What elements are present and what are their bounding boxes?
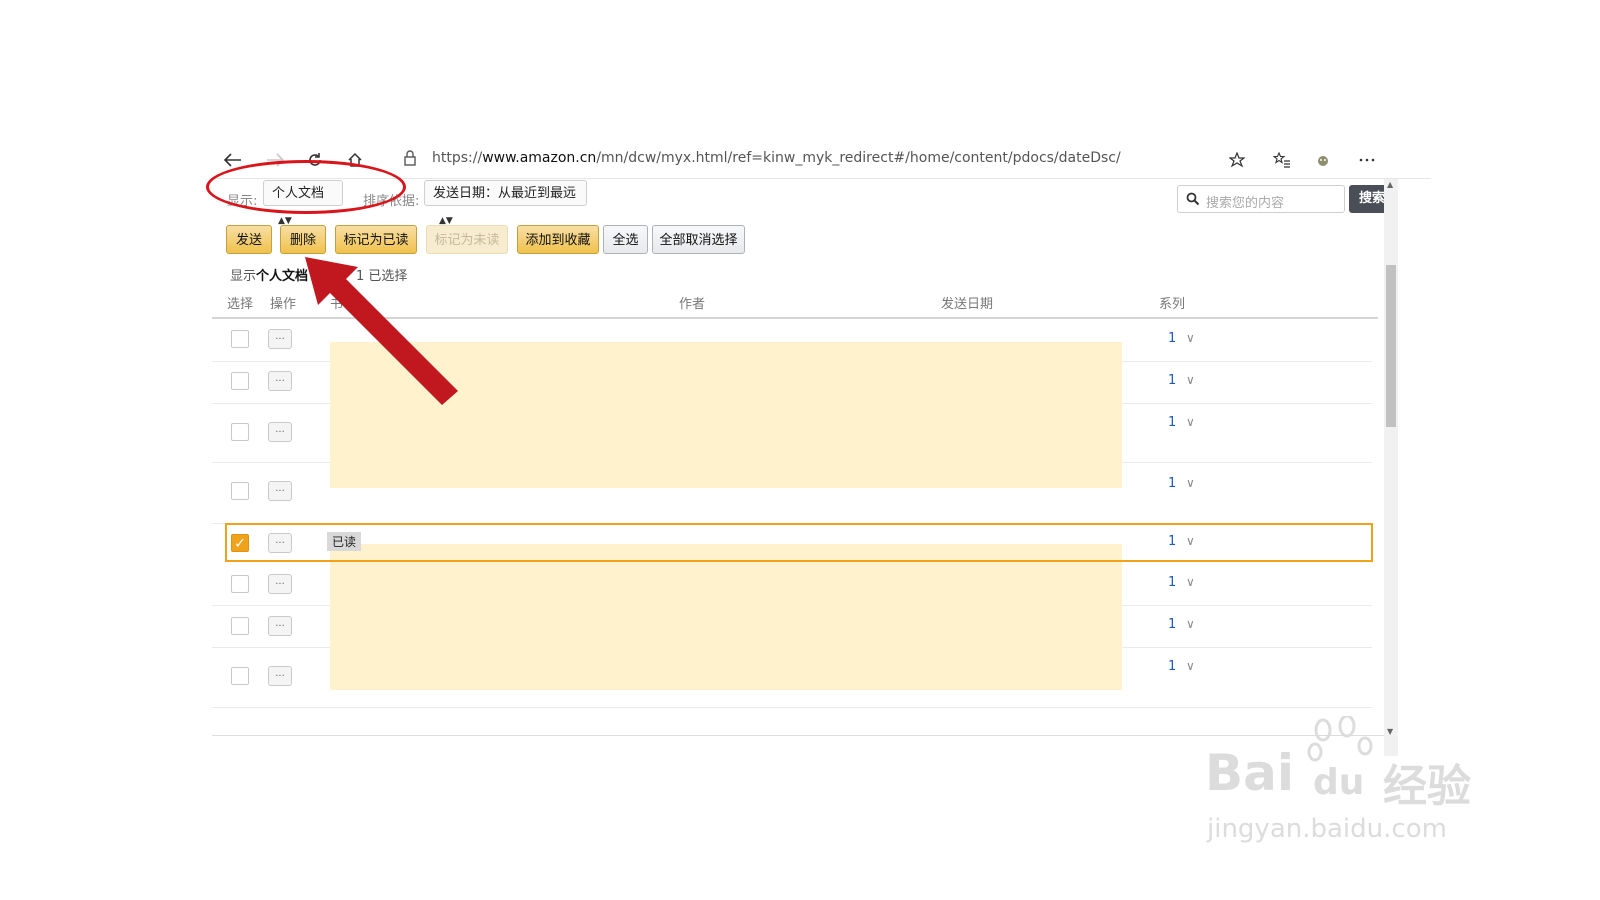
star-icon[interactable] [1226, 149, 1248, 171]
header-select: 选择 [227, 297, 254, 312]
row-checkbox[interactable] [231, 330, 249, 348]
mark-read-button[interactable]: 标记为已读 [335, 225, 417, 254]
deselect-all-button[interactable]: 全部取消选择 [652, 225, 745, 254]
sort-select[interactable]: 发送日期：从最近到最远▲▼ [424, 180, 587, 226]
series-value[interactable]: 1 [1168, 659, 1176, 674]
header-date[interactable]: 发送日期 [941, 293, 993, 312]
url-path: /mn/dcw/myx.html/ref=kinw_myk_redirect#/… [596, 150, 1121, 166]
scrollbar-thumb[interactable] [1386, 265, 1396, 427]
series-value[interactable]: 1 [1168, 476, 1176, 491]
watermark-brand-right: 经验 [1383, 761, 1471, 812]
header-author[interactable]: 作者 [679, 293, 705, 312]
row-action-button[interactable]: ... [268, 329, 292, 349]
row-action-button[interactable]: ... [268, 371, 292, 391]
add-to-collection-button[interactable]: 添加到收藏 [517, 225, 599, 254]
watermark-du-mark: du [1313, 762, 1365, 803]
search-icon [1186, 192, 1200, 206]
watermark-brand-left: Bai [1205, 744, 1294, 802]
row-checkbox[interactable] [231, 617, 249, 635]
browser-toolbar: https://www.amazon.cn/mn/dcw/myx.html/re… [212, 141, 1431, 179]
row-action-button[interactable]: ... [268, 666, 292, 686]
row-action-button[interactable]: ... [268, 616, 292, 636]
baidu-watermark: Bai du 经验 jingyan.baidu.com [1205, 716, 1495, 856]
send-button[interactable]: 发送 [226, 225, 272, 254]
vertical-scrollbar[interactable]: ▲ ▼ [1384, 179, 1398, 756]
chevron-down-icon[interactable]: ∨ [1186, 415, 1195, 429]
row-checkbox[interactable] [231, 667, 249, 685]
extension-icon[interactable] [1312, 149, 1334, 171]
status-prefix: 显示 [230, 269, 257, 284]
chevron-down-icon[interactable]: ∨ [1186, 331, 1195, 345]
series-value[interactable]: 1 [1168, 575, 1176, 590]
annotation-arrow-icon [305, 257, 458, 405]
search-placeholder: 搜索您的内容 [1206, 196, 1285, 211]
selected-row-highlight [225, 523, 1373, 562]
series-value[interactable]: 1 [1168, 617, 1176, 632]
address-bar[interactable]: https://www.amazon.cn/mn/dcw/myx.html/re… [432, 150, 1121, 166]
row-checkbox[interactable] [231, 372, 249, 390]
header-action: 操作 [270, 297, 297, 312]
series-value[interactable]: 1 [1168, 415, 1176, 430]
row-action-button[interactable]: ... [268, 481, 292, 501]
lock-icon [404, 150, 416, 170]
delete-button[interactable]: 删除 [280, 225, 326, 254]
sort-select-value: 发送日期：从最近到最远 [433, 186, 577, 201]
url-prefix: https:// [432, 150, 483, 166]
chevron-down-icon[interactable]: ∨ [1186, 476, 1195, 490]
mark-unread-button[interactable]: 标记为未读 [426, 225, 508, 254]
row-checkbox[interactable] [231, 423, 249, 441]
annotation-ellipse [206, 160, 406, 214]
series-value[interactable]: 1 [1168, 373, 1176, 388]
select-all-button[interactable]: 全选 [603, 225, 648, 254]
redacted-content-block [330, 544, 1122, 690]
chevron-down-icon[interactable]: ∨ [1186, 575, 1195, 589]
chevron-down-icon[interactable]: ∨ [1186, 617, 1195, 631]
scroll-up-arrow-icon[interactable]: ▲ [1387, 180, 1393, 189]
chevron-down-icon[interactable]: ∨ [1186, 373, 1195, 387]
more-options-icon[interactable] [1356, 149, 1378, 171]
row-action-button[interactable]: ... [268, 422, 292, 442]
header-series[interactable]: 系列 [1159, 293, 1185, 312]
row-checkbox[interactable] [231, 575, 249, 593]
search-input[interactable]: 搜索您的内容 [1177, 185, 1345, 213]
series-value[interactable]: 1 [1168, 331, 1176, 346]
row-action-button[interactable]: ... [268, 574, 292, 594]
watermark-site: jingyan.baidu.com [1207, 814, 1447, 844]
browser-window: https://www.amazon.cn/mn/dcw/myx.html/re… [212, 141, 1431, 756]
chevron-down-icon[interactable]: ∨ [1186, 659, 1195, 673]
row-checkbox[interactable] [231, 482, 249, 500]
url-host: www.amazon.cn [482, 150, 597, 166]
favorites-icon[interactable] [1271, 149, 1293, 171]
